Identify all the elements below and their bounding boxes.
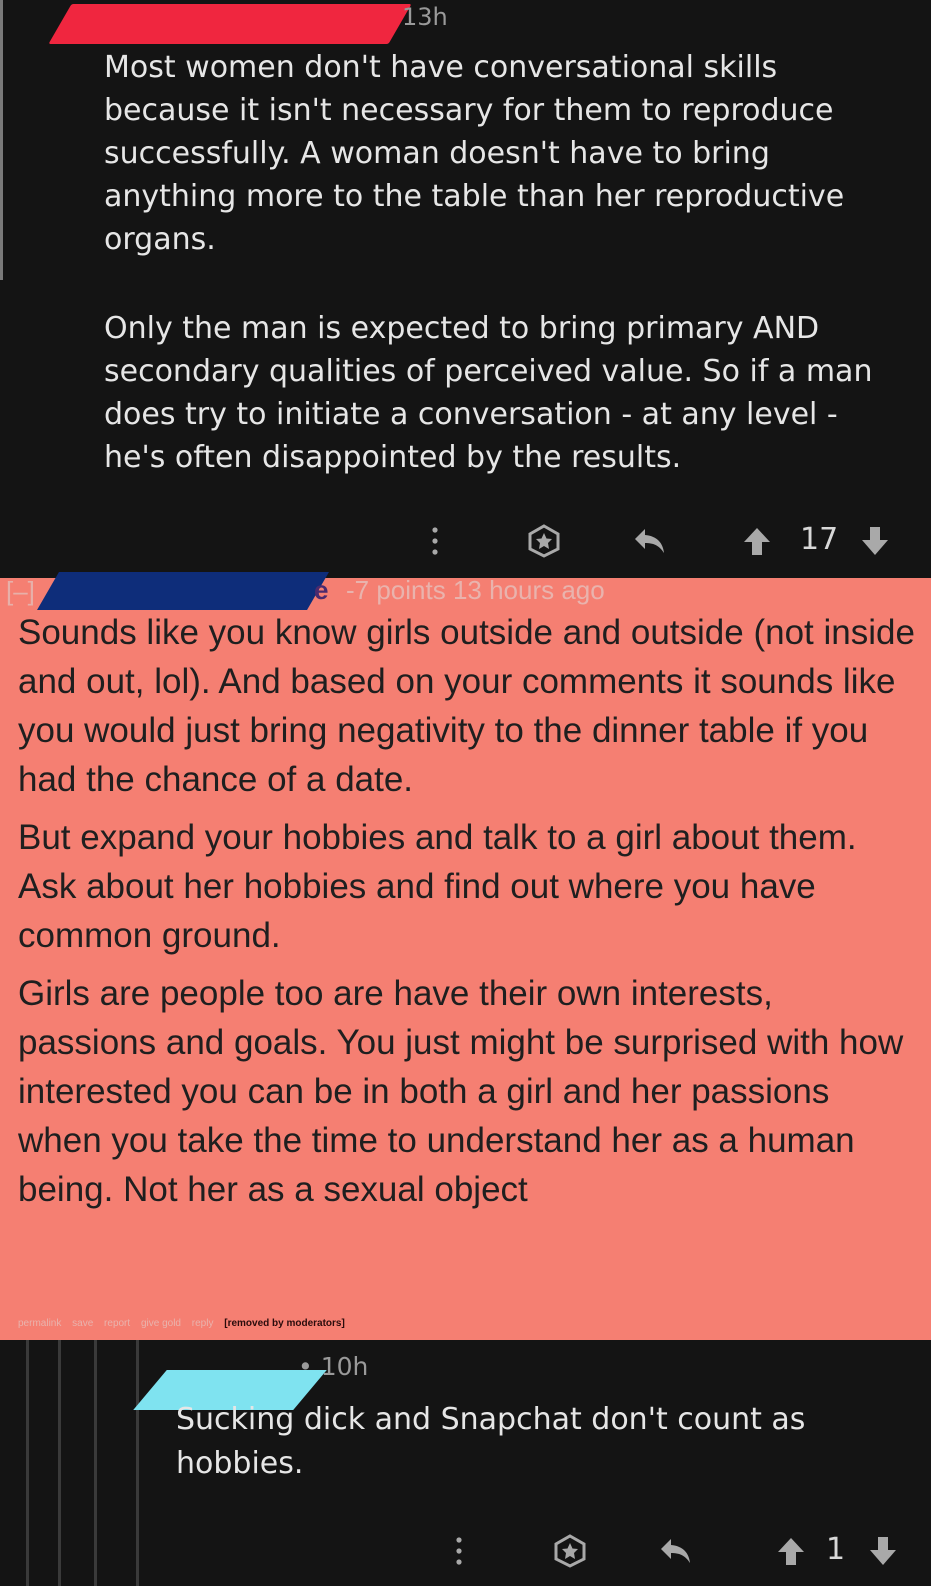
comment-paragraph: Only the man is expected to bring primar… xyxy=(104,311,873,475)
redacted-username xyxy=(37,572,329,610)
comment-timestamp: • 10h xyxy=(298,1352,369,1381)
vote-score: 17 xyxy=(800,522,839,557)
comment-links: permalink save report give gold reply [r… xyxy=(18,1318,353,1329)
report-link[interactable]: report xyxy=(104,1318,130,1329)
redacted-username xyxy=(48,4,412,44)
comment-points-time: -7 points 13 hours ago xyxy=(346,575,605,605)
comment-1: 13h Most women don't have conversational… xyxy=(0,0,931,578)
comment-paragraph: Girls are people too are have their own … xyxy=(18,974,904,1209)
downvote-icon[interactable] xyxy=(858,518,892,564)
comment-paragraph: Most women don't have conversational ski… xyxy=(104,50,845,257)
collapse-toggle[interactable]: [–] xyxy=(6,576,35,607)
reply-icon[interactable] xyxy=(630,518,670,564)
thread-line[interactable] xyxy=(0,0,3,280)
save-link[interactable]: save xyxy=(72,1318,93,1329)
comment-body: Sounds like you know girls outside and o… xyxy=(18,608,918,1223)
removed-comment: [–] e -7 points 13 hours ago Sounds like… xyxy=(0,572,931,1340)
comment-body: Most women don't have conversational ski… xyxy=(104,46,904,525)
comment-paragraph: Sounds like you know girls outside and o… xyxy=(18,613,915,799)
removed-notice: [removed by moderators] xyxy=(224,1318,345,1329)
comment-actions: 17 xyxy=(0,518,931,564)
reply-link[interactable]: reply xyxy=(192,1318,214,1329)
downvote-icon[interactable] xyxy=(866,1528,900,1574)
comment-actions: 1 xyxy=(0,1528,931,1574)
upvote-icon[interactable] xyxy=(740,518,774,564)
reply-icon[interactable] xyxy=(656,1528,696,1574)
comment-paragraph: But expand your hobbies and talk to a gi… xyxy=(18,818,857,955)
comment-body: Sucking dick and Snapchat don't count as… xyxy=(176,1402,806,1481)
author-name-fragment[interactable]: e xyxy=(314,575,328,606)
comment-timestamp: 13h xyxy=(402,3,448,31)
upvote-icon[interactable] xyxy=(774,1528,808,1574)
permalink-link[interactable]: permalink xyxy=(18,1318,61,1329)
give-gold-link[interactable]: give gold xyxy=(141,1318,181,1329)
more-icon[interactable] xyxy=(446,1528,472,1574)
more-icon[interactable] xyxy=(422,518,448,564)
vote-score: 1 xyxy=(826,1532,846,1567)
award-icon[interactable] xyxy=(524,518,564,564)
comment-3: • 10h Sucking dick and Snapchat don't co… xyxy=(0,1340,931,1586)
award-icon[interactable] xyxy=(550,1528,590,1574)
